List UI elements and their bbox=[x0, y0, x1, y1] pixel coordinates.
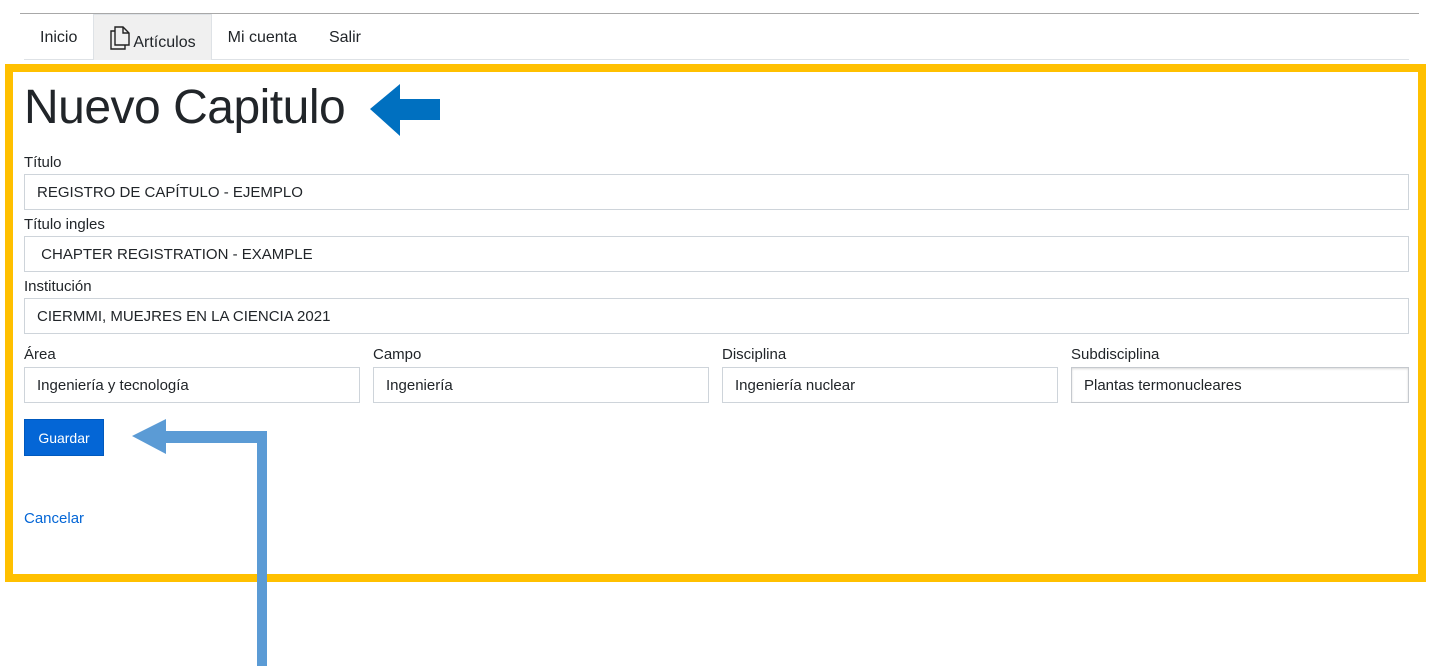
area-label: Área bbox=[24, 346, 56, 363]
cancel-link[interactable]: Cancelar bbox=[24, 510, 84, 527]
subdisciplina-label: Subdisciplina bbox=[1071, 346, 1160, 363]
page-title: Nuevo Capitulo bbox=[24, 81, 346, 134]
titulo-label: Título bbox=[24, 154, 62, 171]
nav-tabs: Inicio Artículos Mi cuenta Salir bbox=[24, 14, 1409, 60]
tab-inicio[interactable]: Inicio bbox=[24, 14, 93, 60]
disciplina-input[interactable] bbox=[722, 367, 1058, 403]
tab-mi-cuenta[interactable]: Mi cuenta bbox=[212, 14, 313, 60]
tab-inicio-label: Inicio bbox=[40, 28, 78, 46]
campo-input[interactable] bbox=[373, 367, 709, 403]
titulo-ingles-input[interactable] bbox=[24, 236, 1409, 272]
tab-salir-label: Salir bbox=[328, 28, 361, 46]
campo-label: Campo bbox=[373, 346, 422, 363]
titulo-input[interactable] bbox=[24, 174, 1409, 210]
tab-mi-cuenta-label: Mi cuenta bbox=[227, 28, 297, 46]
save-button[interactable]: Guardar bbox=[24, 419, 104, 456]
titulo-ingles-label: Título ingles bbox=[24, 216, 105, 233]
tab-salir[interactable]: Salir bbox=[313, 14, 377, 60]
page: Inicio Artículos Mi cuenta Salir Nuevo C… bbox=[0, 0, 1429, 666]
document-copy-icon bbox=[109, 25, 131, 50]
institucion-input[interactable] bbox=[24, 298, 1409, 334]
area-input[interactable] bbox=[24, 367, 360, 403]
tab-articulos[interactable]: Artículos bbox=[93, 14, 212, 60]
tab-articulos-label: Artículos bbox=[133, 33, 196, 51]
disciplina-label: Disciplina bbox=[722, 346, 787, 363]
institucion-label: Institución bbox=[24, 278, 92, 295]
subdisciplina-input[interactable] bbox=[1071, 367, 1409, 403]
